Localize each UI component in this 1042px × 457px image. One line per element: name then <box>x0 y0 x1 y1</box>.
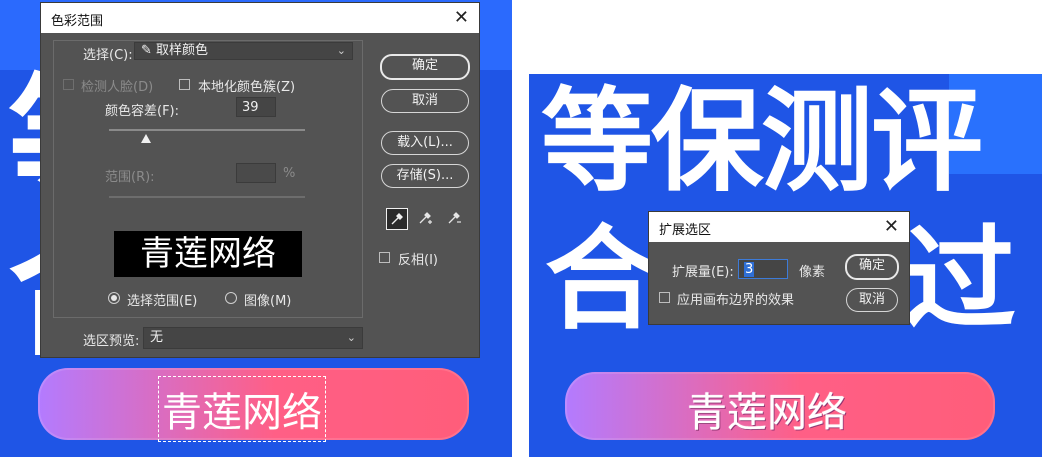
radio-selection-label: 选择范围(E) <box>127 294 198 309</box>
localized-clusters-checkbox[interactable] <box>179 79 190 90</box>
dialog-title: 扩展选区 <box>659 223 712 238</box>
selection-preview-label: 选区预览: <box>83 334 140 349</box>
dialog-title: 色彩范围 <box>51 14 104 29</box>
radio-image-label: 图像(M) <box>244 294 292 309</box>
save-button[interactable]: 存储(S)... <box>381 164 469 188</box>
selection-preview-value: 无 <box>150 330 164 345</box>
expand-by-input[interactable]: 3 <box>738 259 788 279</box>
localized-clusters-label: 本地化颜色簇(Z) <box>198 80 296 95</box>
unit-label: 像素 <box>799 265 826 280</box>
select-value: 取样颜色 <box>156 43 209 58</box>
fuzziness-label: 颜色容差(F): <box>105 104 180 119</box>
selection-preview: 青莲网络 <box>114 231 302 277</box>
radio-image[interactable] <box>225 292 237 304</box>
select-label: 选择(C): <box>83 48 133 63</box>
close-icon[interactable]: ✕ <box>454 7 469 28</box>
select-dropdown[interactable]: ✎ 取样颜色 ⌄ <box>134 42 353 60</box>
eyedropper-minus-icon[interactable] <box>444 208 466 230</box>
invert-checkbox[interactable] <box>379 252 390 263</box>
expand-selection-dialog: 扩展选区 ✕ 扩展量(E): 3 像素 应用画布边界的效果 确定 取消 <box>649 212 909 324</box>
detect-faces-checkbox[interactable] <box>63 79 74 90</box>
color-range-dialog: 色彩范围 ✕ 选择(C): ✎ 取样颜色 ⌄ 检测人脸(D) 本地化颜色簇(Z)… <box>41 3 479 357</box>
fuzziness-slider-track[interactable] <box>109 129 305 131</box>
selection-preview-dropdown[interactable]: 无 ⌄ <box>143 327 363 349</box>
fuzziness-slider-thumb[interactable] <box>141 134 152 143</box>
apply-canvas-label: 应用画布边界的效果 <box>677 293 795 308</box>
range-label: 范围(R): <box>105 170 155 185</box>
fuzziness-input[interactable]: 39 <box>236 97 276 117</box>
eyedropper-icon[interactable] <box>386 208 408 230</box>
headline-bottom-right: 过 <box>904 215 1016 345</box>
expand-by-value: 3 <box>744 262 755 277</box>
dialog-titlebar: 扩展选区 ✕ <box>649 212 909 242</box>
eyedropper-mini-icon: ✎ <box>141 43 152 58</box>
ok-button[interactable]: 确定 <box>380 54 470 80</box>
cancel-button[interactable]: 取消 <box>846 288 898 312</box>
range-slider-track <box>109 196 305 198</box>
range-input <box>236 163 276 183</box>
eyedropper-plus-icon[interactable] <box>415 208 437 230</box>
load-button[interactable]: 载入(L)... <box>381 131 469 155</box>
chevron-down-icon: ⌄ <box>336 44 346 57</box>
expand-by-label: 扩展量(E): <box>672 265 734 280</box>
pill-text: 青莲网络 <box>687 390 847 436</box>
close-icon[interactable]: ✕ <box>884 216 899 237</box>
apply-canvas-checkbox[interactable] <box>659 292 670 303</box>
range-unit: % <box>283 166 296 181</box>
detect-faces-label: 检测人脸(D) <box>81 80 154 95</box>
pill-text-selected: 青莲网络 <box>158 376 326 442</box>
headline-bottom-left: 合 <box>545 215 657 345</box>
cancel-button[interactable]: 取消 <box>381 89 469 113</box>
chevron-down-icon: ⌄ <box>346 331 356 344</box>
invert-label: 反相(I) <box>398 253 438 268</box>
dialog-titlebar: 色彩范围 ✕ <box>41 3 479 33</box>
radio-selection[interactable] <box>108 292 120 304</box>
headline-top: 等保测评 <box>541 77 983 207</box>
ok-button[interactable]: 确定 <box>845 254 899 280</box>
